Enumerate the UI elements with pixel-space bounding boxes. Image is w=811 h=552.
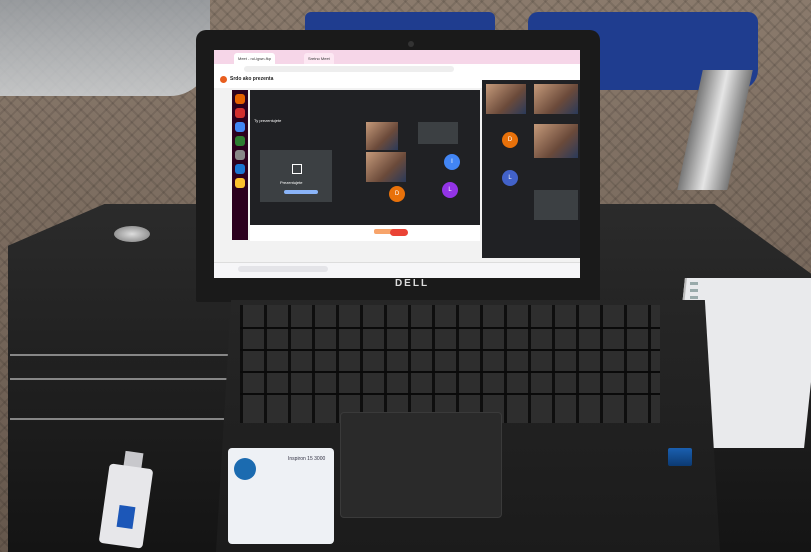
app-icon[interactable] [235,136,245,146]
presentation-label: Prezentujete [280,180,303,185]
participant-video [366,122,398,150]
participant-tile [534,190,578,220]
table-cable-hole [114,226,150,242]
page-title: Srdo ako prezenta [230,76,274,82]
key-row-gap [240,349,660,351]
files-icon[interactable] [235,150,245,160]
participant-video [486,84,526,114]
app-icon[interactable] [235,178,245,188]
presenting-notice: Ty prezentujete [254,118,282,123]
chrome-icon[interactable] [235,122,245,132]
usb-logo-icon [116,504,136,530]
laptop-screen: Meet - rul-igwn-fkp Sretno Meet Srdo ako… [214,50,580,278]
webcam-icon [408,41,414,47]
second-meet-window: D L [482,80,580,258]
app-icon[interactable] [235,108,245,118]
url-input[interactable] [244,66,454,72]
touchpad [340,412,502,518]
participant-video [534,84,578,114]
participant-video [366,152,406,182]
app-icon[interactable] [235,164,245,174]
key-row-gap [240,327,660,329]
participant-tile [418,122,458,144]
firefox-icon[interactable] [235,94,245,104]
stop-presenting-button[interactable] [284,190,318,194]
intel-sticker [668,448,692,466]
browser-tab[interactable]: Meet - rul-igwn-fkp [234,53,276,64]
participant-avatar: L [442,182,458,198]
present-screen-icon [292,164,302,174]
participant-avatar: D [389,186,405,202]
ubuntu-dock [232,90,248,240]
sticker-title: Inspiron 15 3000 [288,456,326,462]
key-row-gap [240,371,660,373]
meet-toolbar [250,225,480,241]
browser-tab[interactable]: Sretno Meet [304,53,334,64]
participant-avatar: L [502,170,518,186]
key-row-gap [240,393,660,395]
presentation-tile [260,150,332,202]
participant-video [534,124,578,158]
app-logo-icon [220,76,227,83]
participant-avatar: D [502,132,518,148]
taskbar-search[interactable] [238,266,328,272]
table-inlay-line [10,418,240,420]
end-call-button[interactable] [390,229,408,236]
chair-left [0,0,210,96]
browser-tab-strip: Meet - rul-igwn-fkp Sretno Meet [214,50,580,64]
participant-avatar: I [444,154,460,170]
dell-badge-icon [234,458,256,480]
keyboard [240,305,660,423]
dell-logo: DELL [394,278,430,289]
